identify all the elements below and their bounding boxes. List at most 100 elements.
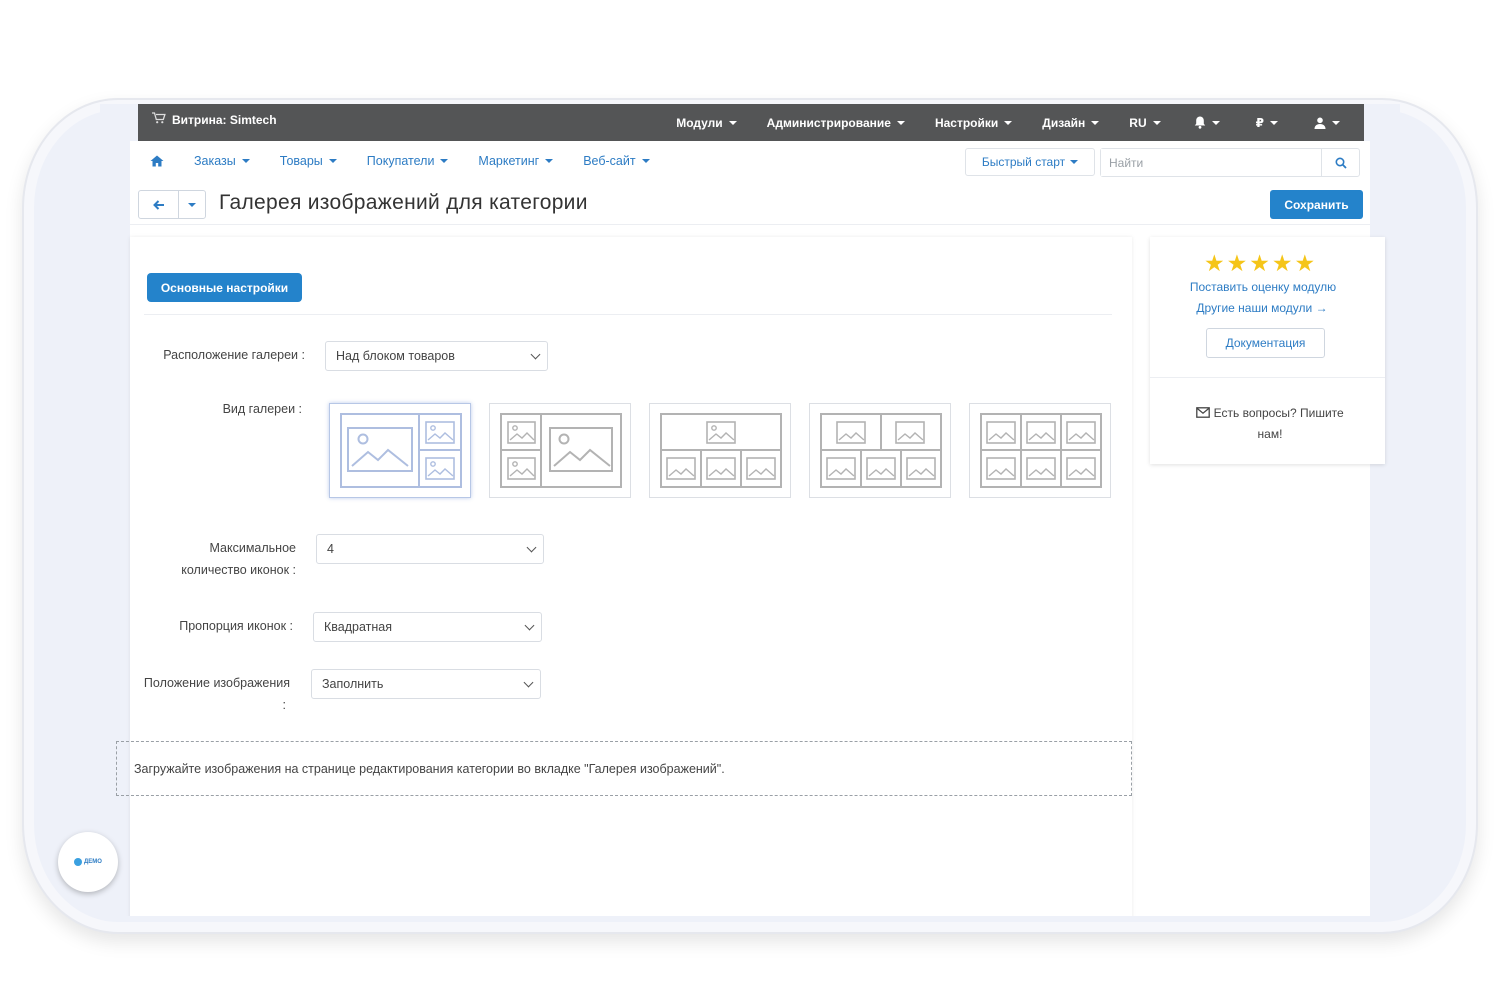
caret-down-icon: [241, 159, 250, 163]
select-value: Над блоком товаров: [336, 349, 455, 363]
chevron-down-icon: [530, 349, 541, 360]
rate-module-link[interactable]: Поставить оценку модулю: [1150, 280, 1376, 294]
divider: [144, 314, 1112, 315]
upload-hint-note: Загружайте изображения на странице редак…: [116, 741, 1132, 796]
caret-down-icon: [545, 159, 554, 163]
quick-start-label: Быстрый старт: [981, 155, 1066, 169]
image-position-label: Положение изображения :: [120, 672, 290, 716]
store-label: Витрина: Simtech: [172, 112, 277, 127]
settings-panel: Основные настройки Расположение галереи …: [116, 237, 1132, 916]
chevron-down-icon: [526, 542, 537, 553]
title-bar: Галерея изображений для категории Сохран…: [130, 183, 1370, 225]
caret-down-icon: [188, 202, 196, 207]
save-button[interactable]: Сохранить: [1270, 190, 1363, 219]
user-icon: [1314, 117, 1326, 129]
menu-modules[interactable]: Модули: [661, 116, 751, 130]
menu-design[interactable]: Дизайн: [1027, 116, 1114, 130]
back-button-group: [138, 190, 206, 219]
nav-label: Маркетинг: [478, 154, 540, 168]
caret-down-icon: [1091, 120, 1100, 125]
search-box: [1100, 148, 1360, 177]
caret-down-icon: [1211, 120, 1220, 125]
nav-label: Товары: [279, 154, 323, 168]
star-icon: ★: [1204, 250, 1225, 276]
menu-language[interactable]: RU: [1114, 116, 1175, 130]
select-value: Квадратная: [324, 620, 393, 634]
star-icon: ★: [1271, 250, 1293, 276]
label-line: :: [282, 698, 286, 712]
menu-label: Дизайн: [1042, 115, 1086, 130]
menu-label: Модули: [676, 115, 723, 130]
nav-website[interactable]: Веб-сайт: [583, 154, 679, 168]
documentation-button[interactable]: Документация: [1206, 328, 1325, 358]
menu-label: Администрирование: [766, 115, 891, 130]
secondary-nav: Заказы Товары Покупатели Маркетинг Веб-с…: [130, 141, 1370, 183]
menu-label: Настройки: [934, 115, 999, 130]
nav-products[interactable]: Товары: [280, 154, 367, 168]
gallery-layout-option-4[interactable]: [809, 403, 951, 498]
contact-text: Есть вопросы? Пишите: [1213, 406, 1344, 420]
select-value: Заполнить: [322, 677, 384, 691]
home-icon[interactable]: [150, 154, 164, 170]
divider: [1150, 377, 1385, 378]
caret-down-icon: [1332, 120, 1340, 125]
search-button[interactable]: [1321, 149, 1359, 176]
arrow-left-icon: [152, 199, 164, 210]
search-icon: [1334, 156, 1347, 169]
module-sidebar: ★ ★ ★ ★ ★ Поставить оценку модулю Другие…: [1150, 237, 1385, 464]
nav-customers[interactable]: Покупатели: [367, 154, 479, 168]
badge-label: ДЕМО: [84, 859, 102, 865]
menu-administration[interactable]: Администрирование: [752, 116, 920, 130]
caret-down-icon: [1004, 120, 1013, 125]
menu-settings[interactable]: Настройки: [920, 116, 1027, 130]
admin-page: Заказы Товары Покупатели Маркетинг Веб-с…: [116, 141, 1385, 916]
gallery-layout-option-3[interactable]: [649, 403, 791, 498]
label-line: Максимальное: [209, 541, 296, 555]
rating-stars[interactable]: ★ ★ ★ ★ ★: [1204, 250, 1315, 277]
contact-us-link[interactable]: Есть вопросы? Пишите нам!: [1175, 403, 1365, 445]
caret-down-icon: [728, 120, 737, 125]
gallery-layout-option-5[interactable]: [969, 403, 1111, 498]
search-input[interactable]: [1101, 149, 1321, 176]
other-modules-link[interactable]: Другие наши модули →: [1149, 301, 1375, 315]
top-bar: Витрина: Simtech Модули Администрировани…: [138, 104, 1364, 141]
star-icon: ★: [1249, 250, 1270, 276]
gallery-layout-option-1[interactable]: [329, 403, 471, 498]
tab-general-settings[interactable]: Основные настройки: [147, 273, 302, 302]
chevron-down-icon: [523, 677, 534, 688]
envelope-icon: [1196, 407, 1211, 418]
max-icons-select[interactable]: 4: [316, 534, 544, 564]
select-value: 4: [327, 542, 334, 556]
chevron-down-icon: [524, 620, 535, 631]
star-icon: ★: [1226, 250, 1248, 276]
image-position-select[interactable]: Заполнить: [311, 669, 541, 699]
menu-currency[interactable]: ₽: [1238, 116, 1296, 130]
max-icons-label: Максимальное количество иконок :: [140, 537, 296, 581]
logo-icon: [74, 858, 83, 866]
demo-badge[interactable]: ДЕМО: [58, 832, 118, 892]
caret-down-icon: [896, 120, 905, 125]
icon-proportion-label: Пропорция иконок :: [179, 619, 293, 633]
bell-icon: [1194, 116, 1205, 129]
nav-marketing[interactable]: Маркетинг: [478, 154, 583, 168]
top-menu: Модули Администрирование Настройки Дизай…: [661, 104, 1364, 141]
back-dropdown-button[interactable]: [179, 191, 205, 218]
gallery-type-label: Вид галереи :: [222, 402, 302, 416]
page-title: Галерея изображений для категории: [219, 191, 588, 214]
icon-proportion-select[interactable]: Квадратная: [313, 612, 542, 642]
caret-down-icon: [440, 159, 449, 163]
label-line: Положение изображения: [143, 676, 290, 690]
menu-user[interactable]: [1296, 117, 1364, 129]
menu-notifications[interactable]: [1176, 116, 1238, 129]
caret-down-icon: [641, 159, 650, 163]
gallery-position-label: Расположение галереи :: [163, 348, 305, 362]
back-button[interactable]: [139, 191, 179, 218]
caret-down-icon: [1070, 160, 1079, 164]
quick-start-button[interactable]: Быстрый старт: [965, 148, 1095, 176]
nav-orders[interactable]: Заказы: [194, 154, 280, 168]
cart-icon: [152, 112, 166, 127]
gallery-position-select[interactable]: Над блоком товаров: [325, 341, 548, 371]
label-line: количество иконок :: [181, 563, 296, 577]
gallery-layout-option-2[interactable]: [489, 403, 631, 498]
store-switcher[interactable]: Витрина: Simtech: [152, 112, 277, 127]
